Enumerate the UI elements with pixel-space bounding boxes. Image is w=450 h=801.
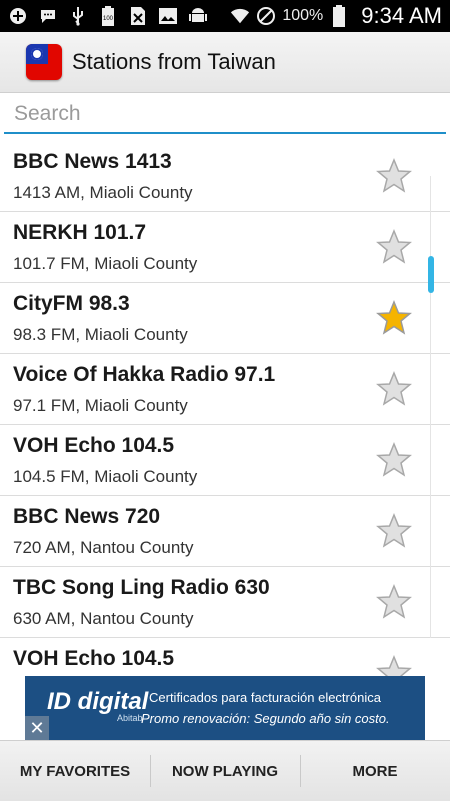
taiwan-flag-icon[interactable] — [26, 44, 62, 80]
station-detail: 720 AM, Nantou County — [13, 538, 194, 557]
star-icon[interactable] — [376, 655, 412, 676]
star-icon[interactable] — [376, 442, 412, 478]
ad-subline: Promo renovación: Segundo año sin costo. — [141, 711, 390, 726]
ad-brand: ID digital — [47, 688, 149, 715]
tab-now-playing[interactable]: NOW PLAYING — [150, 741, 300, 801]
station-row[interactable]: CityFM 98.3 98.3 FM, Miaoli County — [0, 283, 450, 354]
usb-icon — [68, 6, 88, 26]
ad-banner[interactable]: ID digital Abitab Certificados para fact… — [25, 676, 425, 740]
station-name: VOH Echo 104.5 — [13, 434, 175, 457]
svg-text:100: 100 — [103, 16, 114, 22]
tab-more[interactable]: MORE — [300, 741, 450, 801]
search-input[interactable] — [4, 96, 446, 134]
station-row[interactable]: VOH Echo 104.5 104.5 FM, Miaoli County — [0, 425, 450, 496]
station-name: TBC Song Ling Radio 630 — [13, 576, 270, 599]
station-name: CityFM 98.3 — [13, 292, 130, 315]
station-row[interactable]: BBC News 1413 1413 AM, Miaoli County — [0, 141, 450, 212]
station-name: Voice Of Hakka Radio 97.1 — [13, 363, 276, 386]
page-title: Stations from Taiwan — [72, 49, 276, 74]
battery-percent: 100% — [282, 7, 324, 24]
battery-icon — [329, 5, 349, 27]
star-icon[interactable] — [376, 229, 412, 265]
star-icon[interactable] — [376, 513, 412, 549]
star-icon[interactable] — [376, 371, 412, 407]
image-icon — [158, 6, 178, 26]
station-detail: 97.1 FM, Miaoli County — [13, 396, 188, 415]
station-row[interactable]: Voice Of Hakka Radio 97.1 97.1 FM, Miaol… — [0, 354, 450, 425]
station-detail: 1413 AM, Miaoli County — [13, 183, 193, 202]
station-row[interactable]: NERKH 101.7 101.7 FM, Miaoli County — [0, 212, 450, 283]
tab-my-favorites[interactable]: MY FAVORITES — [0, 741, 150, 801]
app-bar: Stations from Taiwan — [0, 32, 450, 93]
station-row[interactable]: VOH Echo 104.5 — [0, 638, 450, 676]
list-divider — [430, 176, 431, 638]
plus-box-icon — [8, 6, 28, 26]
station-detail: 98.3 FM, Miaoli County — [13, 325, 188, 344]
clock: 9:34 AM — [361, 3, 442, 28]
star-filled-icon[interactable] — [376, 300, 412, 336]
scrollbar[interactable] — [428, 256, 434, 293]
status-bar: 100 100% 9:34 AM — [0, 0, 450, 32]
station-row[interactable]: TBC Song Ling Radio 630 630 AM, Nantou C… — [0, 567, 450, 638]
ad-headline: Certificados para facturación electrónic… — [149, 690, 381, 705]
star-icon[interactable] — [376, 584, 412, 620]
star-icon[interactable] — [376, 158, 412, 194]
station-name: BBC News 1413 — [13, 150, 172, 173]
station-list[interactable]: BBC News 1413 1413 AM, Miaoli County NER… — [0, 141, 450, 676]
search-bar — [4, 96, 446, 138]
android-icon — [188, 6, 208, 26]
station-row[interactable]: BBC News 720 720 AM, Nantou County — [0, 496, 450, 567]
station-detail: 630 AM, Nantou County — [13, 609, 194, 628]
ad-brand-sub: Abitab — [117, 713, 143, 723]
station-detail: 104.5 FM, Miaoli County — [13, 467, 198, 486]
no-sim-icon — [128, 6, 148, 26]
station-name: BBC News 720 — [13, 505, 161, 528]
station-detail: 101.7 FM, Miaoli County — [13, 254, 198, 273]
station-name: NERKH 101.7 — [13, 221, 147, 244]
wifi-icon — [230, 6, 250, 26]
battery-100-icon: 100 — [98, 6, 118, 26]
station-name: VOH Echo 104.5 — [13, 647, 175, 670]
close-icon[interactable]: ✕ — [25, 716, 49, 740]
chat-icon — [38, 6, 58, 26]
do-not-disturb-icon — [256, 6, 276, 26]
bottom-tab-bar: MY FAVORITES NOW PLAYING MORE — [0, 740, 450, 801]
